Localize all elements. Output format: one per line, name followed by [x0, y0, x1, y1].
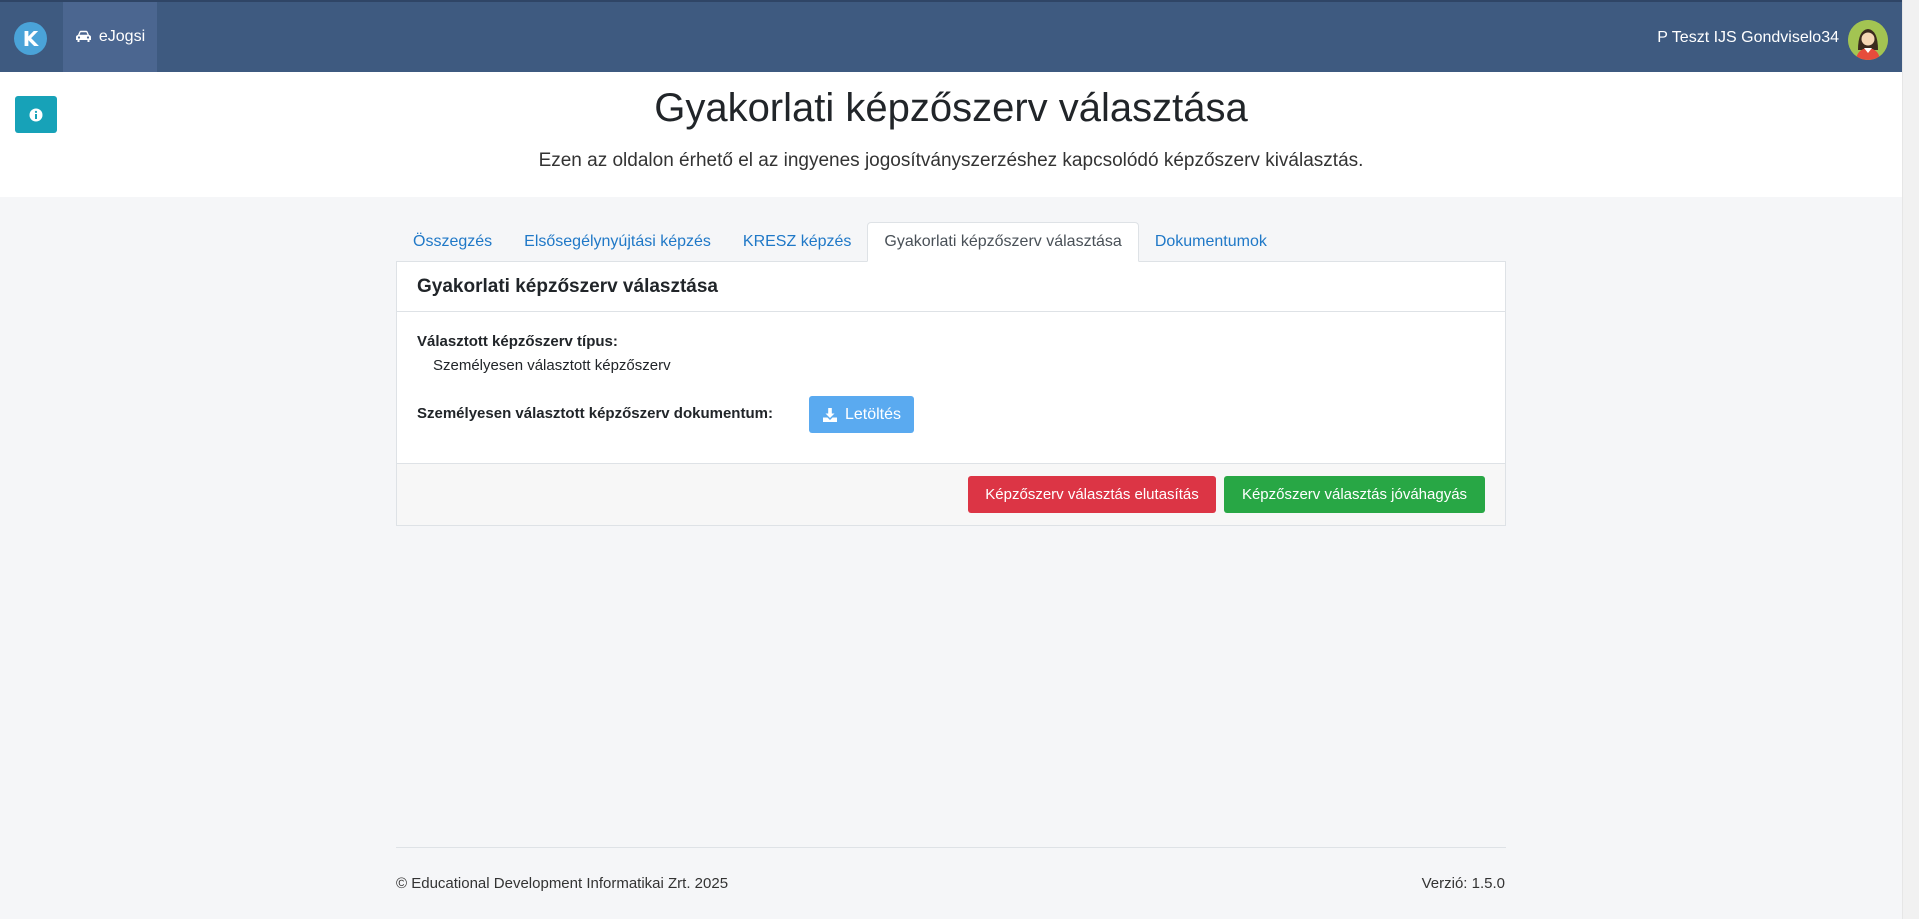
brand-logo-letter: K [22, 26, 39, 51]
type-value: Személyesen választott képzőszerv [433, 357, 671, 374]
user-name[interactable]: P Teszt IJS Gondviselo34 [1657, 29, 1839, 47]
top-navbar: K eJogsi P Teszt IJS Gondviselo34 [0, 0, 1902, 72]
page-header: Gyakorlati képzőszerv választása Ezen az… [0, 72, 1902, 197]
tab-kresz[interactable]: KRESZ képzés [727, 222, 867, 262]
footer-divider [396, 847, 1506, 848]
page-scrollbar[interactable] [1902, 0, 1919, 919]
reject-button[interactable]: Képzőszerv választás elutasítás [968, 476, 1216, 513]
car-icon [75, 30, 92, 44]
tab-bar: Összegzés Elsősegélynyújtási képzés KRES… [397, 222, 1283, 262]
page-title: Gyakorlati képzőszerv választása [654, 86, 1248, 130]
document-label: Személyesen választott képzőszerv dokume… [417, 405, 773, 422]
tab-gyakorlati-kepzoszerv[interactable]: Gyakorlati képzőszerv választása [867, 222, 1139, 262]
card-footer: Képzőszerv választás elutasítás Képzősze… [397, 463, 1505, 525]
card-body: Választott képzőszerv típus: Személyesen… [397, 312, 1505, 462]
page-subtitle: Ezen az oldalon érhető el az ingyenes jo… [538, 150, 1364, 171]
card-title: Gyakorlati képzőszerv választása [397, 262, 1505, 312]
selection-card: Gyakorlati képzőszerv választása Választ… [396, 261, 1506, 526]
tab-osszegzes[interactable]: Összegzés [397, 222, 508, 262]
download-label: Letöltés [844, 405, 902, 423]
nav-item-ejogsi[interactable]: eJogsi [63, 2, 157, 72]
page: K eJogsi P Teszt IJS Gondviselo34 Gyakor… [0, 0, 1902, 919]
nav-item-label: eJogsi [98, 28, 146, 45]
download-button[interactable]: Letöltés [809, 396, 914, 433]
footer-copyright: © Educational Development Informatikai Z… [396, 875, 729, 892]
user-avatar-icon [1848, 20, 1888, 60]
avatar[interactable] [1848, 20, 1888, 60]
tab-dokumentumok[interactable]: Dokumentumok [1139, 222, 1283, 262]
tab-elsosegely[interactable]: Elsősegélynyújtási képzés [508, 222, 727, 262]
download-icon [822, 407, 837, 422]
footer-version: Verzió: 1.5.0 [1421, 875, 1505, 892]
approve-button[interactable]: Képzőszerv választás jóváhagyás [1224, 476, 1485, 513]
brand-logo[interactable]: K [14, 22, 47, 55]
type-label: Választott képzőszerv típus: [417, 333, 618, 350]
